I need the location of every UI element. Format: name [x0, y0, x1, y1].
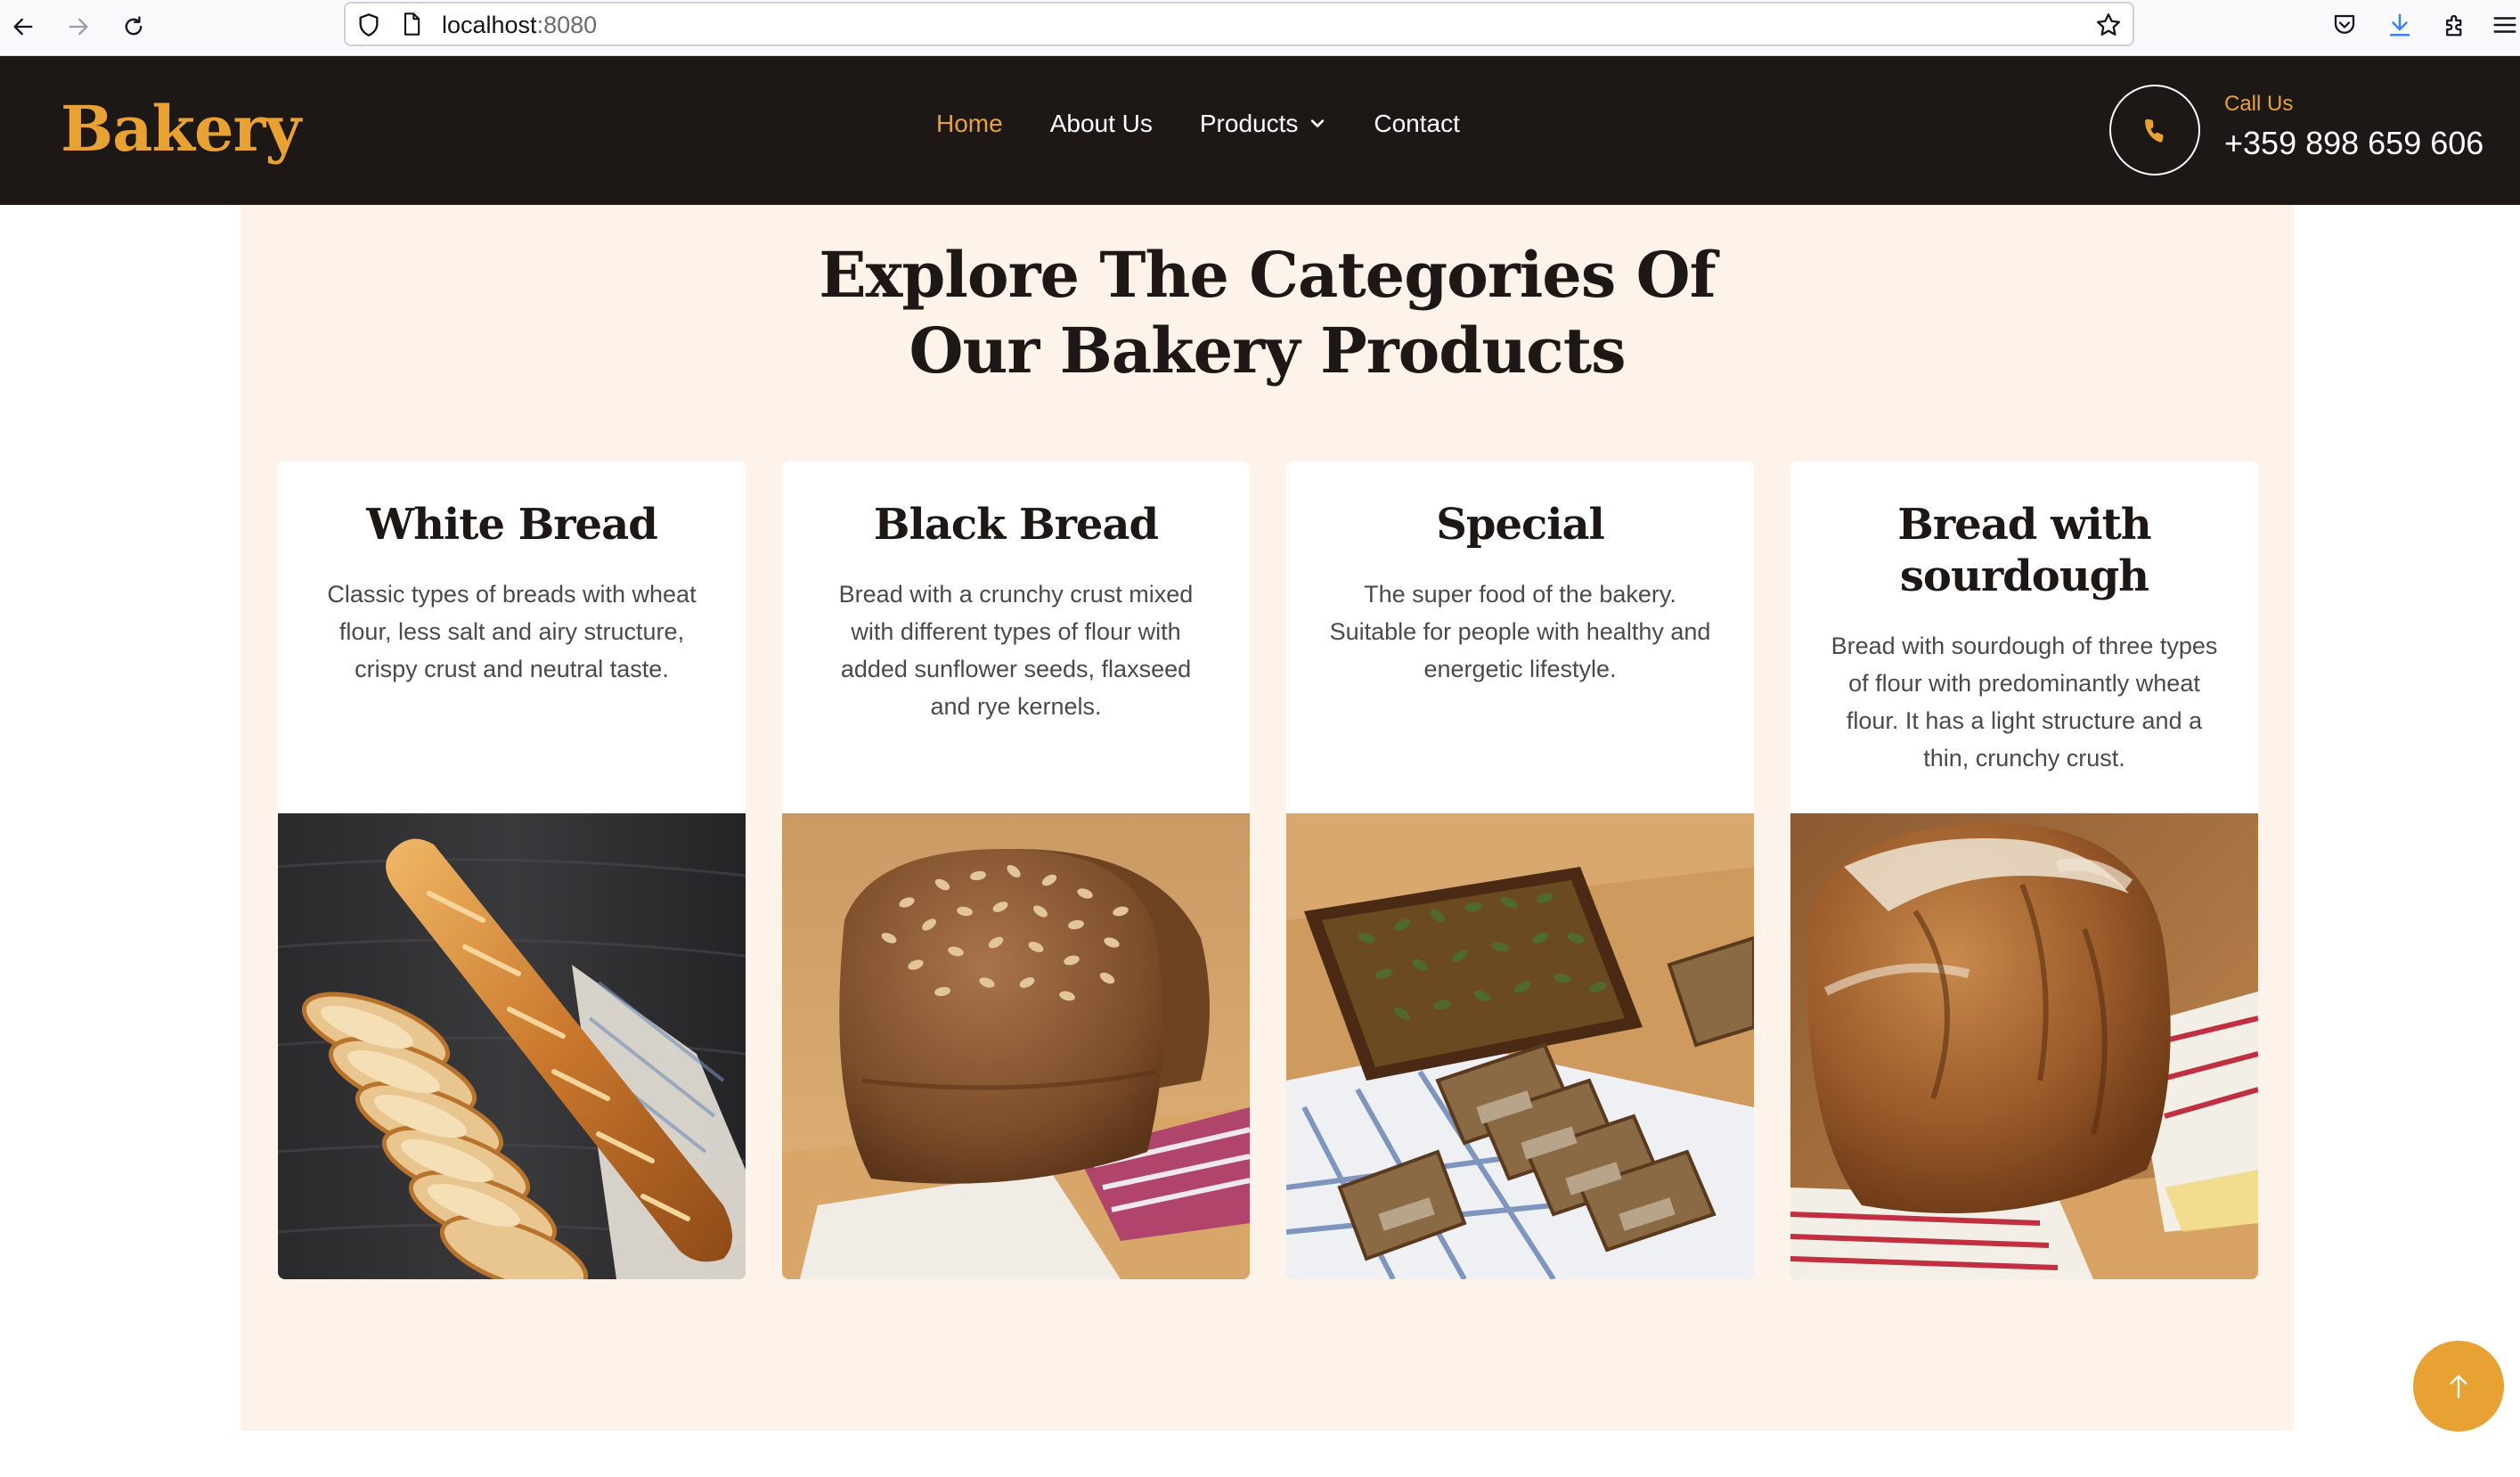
category-card-sourdough[interactable]: Bread with sourdough Bread with sourdoug…	[1790, 461, 2258, 1279]
card-description: Bread with sourdough of three types of f…	[1831, 632, 2218, 771]
arrow-up-icon	[2450, 1375, 2467, 1399]
call-label: Call Us	[2224, 92, 2294, 116]
chevron-down-icon	[1311, 119, 1325, 127]
card-title: Special	[1436, 500, 1605, 550]
nav-label-about-us: About Us	[1049, 110, 1153, 137]
forward-arrow-icon	[69, 18, 88, 36]
section-title-line2: Our Bakery Products	[909, 314, 1626, 388]
reload-icon	[125, 16, 143, 36]
page-icon	[404, 12, 420, 36]
section-title-line1: Explore The Categories Of	[819, 238, 1716, 312]
card-title: Black Bread	[873, 500, 1159, 550]
card-description: Bread with a crunchy crust mixed with di…	[838, 581, 1194, 720]
card-title: Bread with sourdough	[1897, 500, 2151, 601]
nav-label-home: Home	[936, 110, 1003, 137]
download-icon	[2389, 13, 2410, 37]
nav-label-products: Products	[1199, 110, 1299, 137]
baguette-image	[278, 813, 746, 1279]
url-text[interactable]: localhost:8080	[442, 12, 597, 39]
site-header: Bakery Home About Us Products Contact Ca…	[0, 56, 2520, 205]
category-card-special[interactable]: Special The super food of the bakery. Su…	[1286, 461, 1754, 1279]
phone-icon	[2145, 118, 2164, 143]
puzzle-icon	[2446, 14, 2462, 37]
category-card-black-bread[interactable]: Black Bread Bread with a crunchy crust m…	[782, 461, 1250, 1279]
back-button[interactable]	[5, 9, 41, 45]
category-card-white-bread[interactable]: White Bread Classic types of breads with…	[278, 461, 746, 1279]
url-host: localhost	[442, 12, 537, 38]
hamburger-menu-icon	[2493, 17, 2516, 33]
call-button[interactable]	[2109, 85, 2200, 175]
shield-icon[interactable]	[356, 12, 381, 37]
categories-section: Explore The Categories Of Our Bakery Pro…	[241, 205, 2294, 1431]
url-port: :8080	[536, 12, 598, 38]
browser-toolbar: localhost:8080	[0, 0, 2520, 56]
card-title: White Bread	[366, 500, 658, 550]
call-number[interactable]: +359 898 659 606	[2224, 125, 2483, 162]
downloads-button[interactable]	[2385, 11, 2414, 39]
nav-label-contact: Contact	[1374, 110, 1460, 137]
pumpkin-seed-loaf-image	[1286, 813, 1754, 1279]
nav-item-products[interactable]: Products	[1200, 110, 1327, 138]
sourdough-loaf-image	[1790, 813, 2258, 1279]
back-arrow-icon	[13, 18, 33, 36]
extensions-button[interactable]	[2441, 11, 2469, 39]
card-description: The super food of the bakery. Suitable f…	[1329, 581, 1711, 682]
nav-item-contact[interactable]: Contact	[1374, 110, 1460, 138]
nav-item-home[interactable]: Home	[936, 110, 1003, 138]
main-nav: Home About Us Products Contact	[936, 110, 1460, 138]
pocket-button[interactable]	[2330, 11, 2359, 39]
address-bar[interactable]: localhost:8080	[344, 2, 2134, 46]
pocket-icon	[2334, 14, 2355, 34]
card-description: Classic types of breads with wheat flour…	[327, 581, 697, 682]
menu-button[interactable]	[2491, 11, 2518, 39]
logo[interactable]: Bakery	[61, 92, 301, 166]
nav-item-about-us[interactable]: About Us	[1050, 110, 1153, 138]
scroll-to-top-button[interactable]	[2413, 1341, 2504, 1432]
bookmark-star-icon[interactable]	[2095, 12, 2122, 38]
forward-button[interactable]	[61, 9, 96, 45]
seeded-loaf-image	[782, 813, 1250, 1279]
section-title: Explore The Categories Of Our Bakery Pro…	[241, 237, 2294, 388]
reload-button[interactable]	[116, 9, 151, 45]
